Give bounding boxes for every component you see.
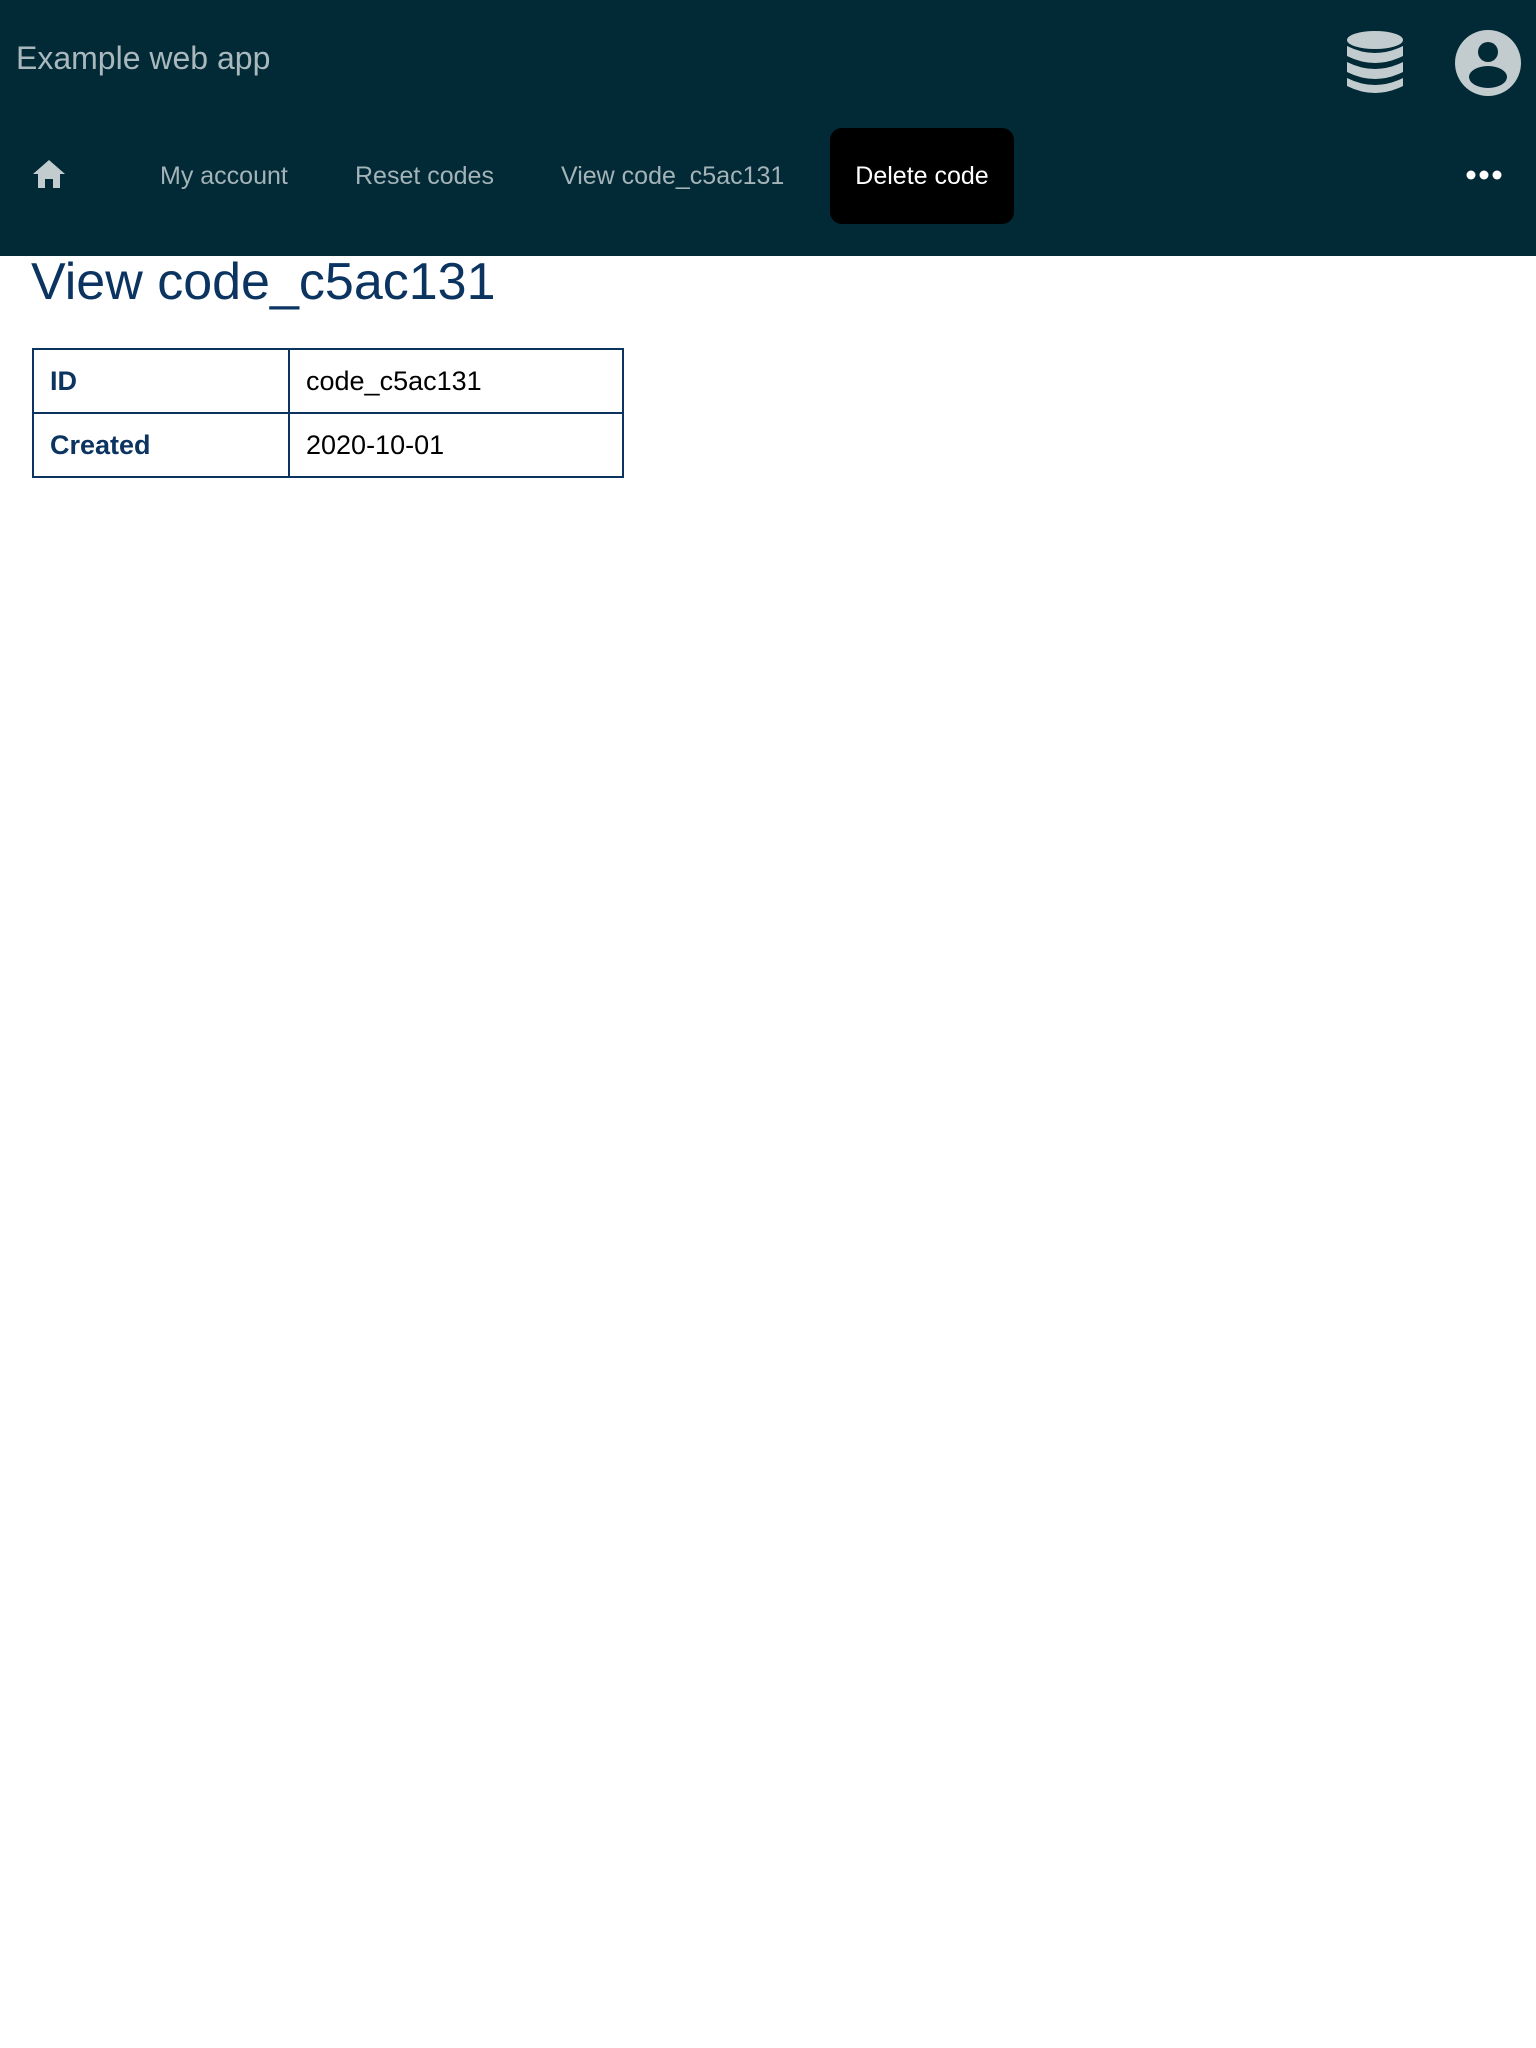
nav-view-code[interactable]: View code_c5ac131 (561, 128, 784, 224)
nav-my-account[interactable]: My account (160, 128, 288, 224)
nav-reset-codes[interactable]: Reset codes (355, 128, 494, 224)
table-row: Created 2020-10-01 (32, 412, 624, 478)
details-table: ID code_c5ac131 Created 2020-10-01 (32, 348, 624, 478)
row-value: code_c5ac131 (288, 348, 624, 414)
row-label: Created (32, 412, 290, 478)
top-bar: Example web app My account Reset codes V… (0, 0, 1536, 256)
table-row: ID code_c5ac131 (32, 348, 624, 414)
home-icon[interactable] (32, 158, 66, 190)
database-icon[interactable] (1346, 30, 1404, 96)
more-horizontal-icon[interactable] (1466, 165, 1502, 185)
row-value: 2020-10-01 (288, 412, 624, 478)
account-circle-icon[interactable] (1455, 30, 1521, 96)
page-title: View code_c5ac131 (31, 253, 496, 311)
row-label: ID (32, 348, 290, 414)
delete-code-button[interactable]: Delete code (830, 128, 1014, 224)
app-title[interactable]: Example web app (16, 40, 270, 77)
